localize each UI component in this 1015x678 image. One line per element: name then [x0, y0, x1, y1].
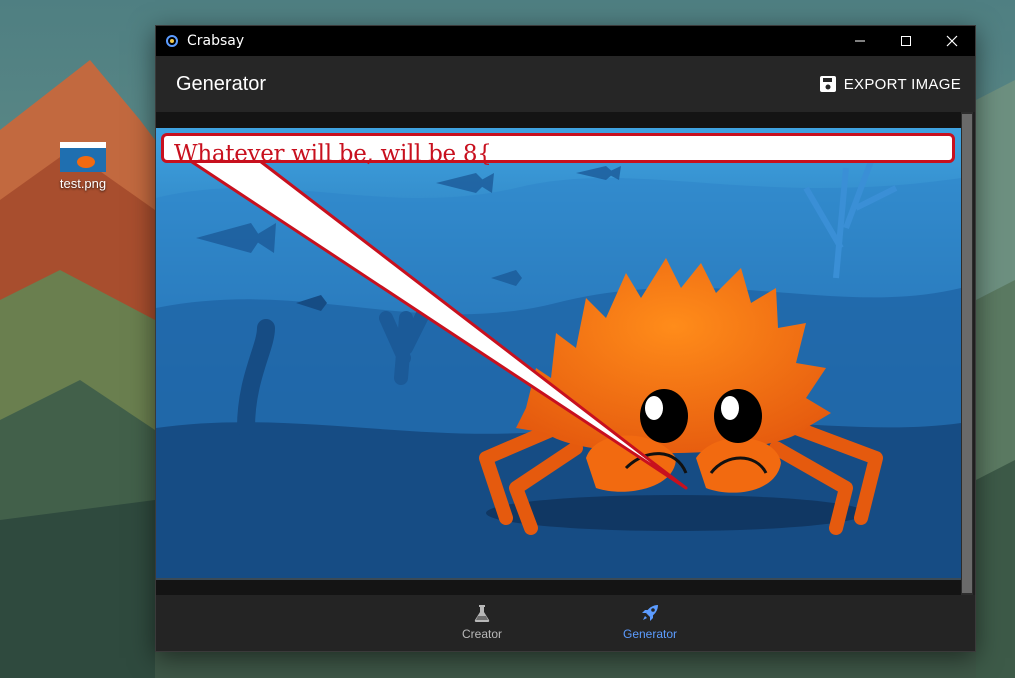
flask-icon — [474, 605, 490, 622]
desktop-file-label: test.png — [59, 176, 107, 191]
nav-label-creator: Creator — [461, 627, 502, 641]
maximize-icon — [901, 36, 911, 46]
export-image-button[interactable]: EXPORT IMAGE — [819, 70, 961, 98]
speech-bubble-text: Whatever will be, will be 8{ — [174, 141, 492, 167]
page-title: Generator — [176, 72, 267, 95]
scrollbar-thumb[interactable] — [962, 114, 972, 593]
minimize-button[interactable] — [837, 26, 883, 56]
image-file-icon — [60, 142, 106, 172]
crab-scene-image — [156, 128, 961, 578]
app-logo-icon — [166, 35, 178, 47]
minimize-icon — [855, 40, 865, 42]
app-bar: Generator EXPORT IMAGE — [156, 56, 975, 112]
close-icon — [946, 35, 958, 47]
bottom-navigation: Creator Generator — [156, 595, 975, 651]
maximize-button[interactable] — [883, 26, 929, 56]
save-icon — [819, 76, 836, 92]
nav-item-creator[interactable]: Creator — [442, 603, 522, 641]
speech-bubble: Whatever will be, will be 8{ — [161, 133, 955, 167]
close-button[interactable] — [929, 26, 975, 56]
nav-label-generator: Generator — [622, 627, 678, 641]
window-title: Crabsay — [187, 33, 245, 49]
app-window: Crabsay Generator EXPORT IMAGE Whatever … — [155, 25, 976, 652]
generated-image: Whatever will be, will be 8{ — [156, 128, 961, 580]
rocket-icon — [642, 605, 658, 621]
nav-item-generator[interactable]: Generator — [610, 603, 690, 641]
export-image-label: EXPORT IMAGE — [843, 75, 961, 93]
title-bar[interactable]: Crabsay — [156, 26, 975, 56]
generator-content: Whatever will be, will be 8{ — [156, 112, 975, 595]
desktop-file-icon[interactable]: test.png — [50, 142, 116, 191]
